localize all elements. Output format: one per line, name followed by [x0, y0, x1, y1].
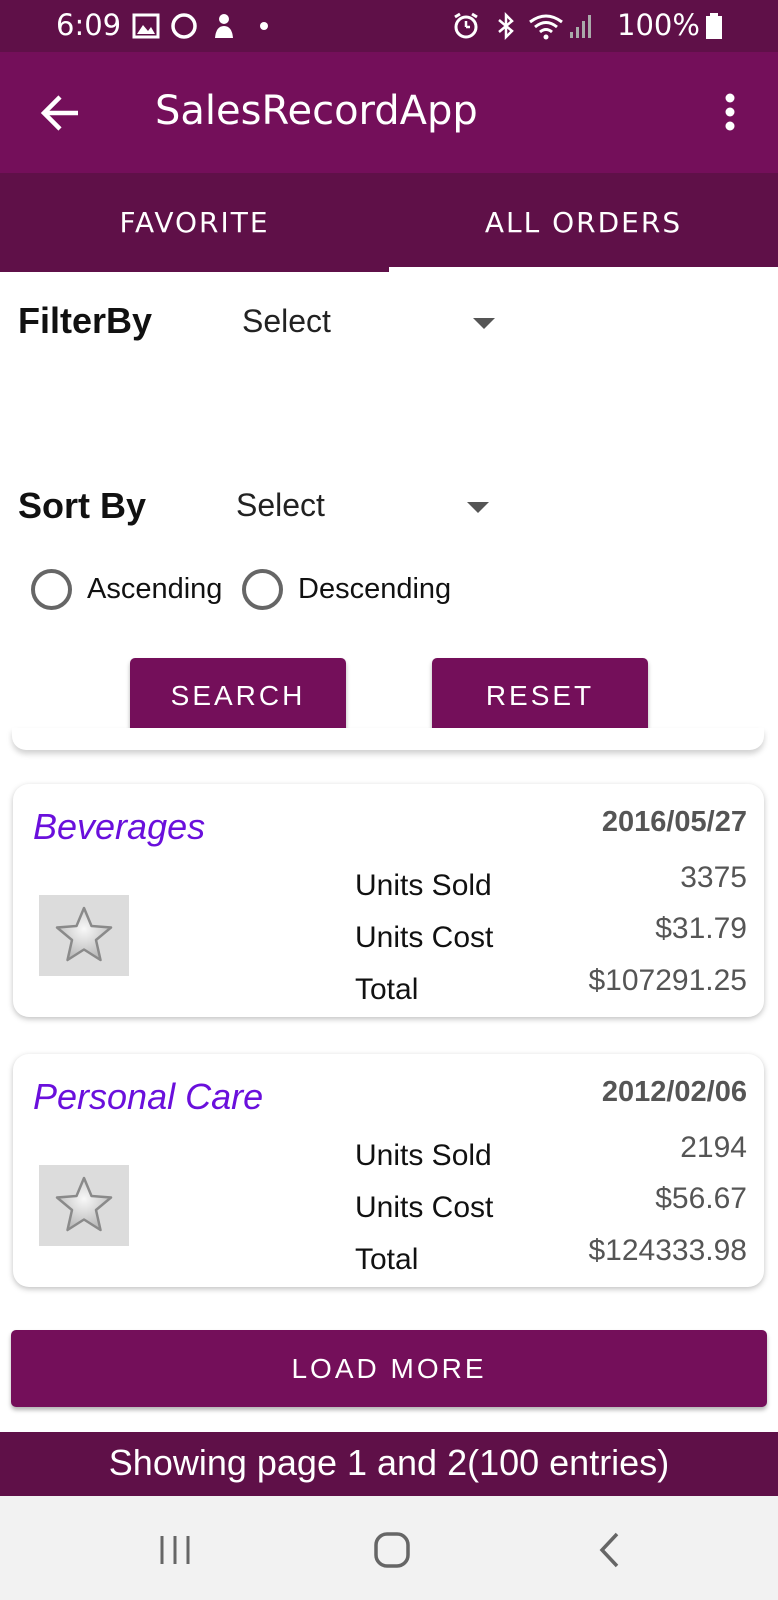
- wifi-icon: [528, 12, 564, 40]
- list-top-divider: [12, 728, 764, 750]
- home-icon[interactable]: [373, 1531, 411, 1573]
- units-sold-value: 2194: [680, 1131, 747, 1164]
- filter-select-value: Select: [242, 303, 331, 339]
- more-vert-icon[interactable]: [712, 92, 748, 132]
- tab-selected-indicator: [389, 267, 778, 272]
- units-cost-label: Units Cost: [355, 921, 494, 954]
- sort-select[interactable]: Select: [222, 474, 502, 540]
- search-button[interactable]: SEARCH: [130, 658, 346, 734]
- radio-ascending[interactable]: [31, 569, 72, 610]
- radio-descending[interactable]: [242, 569, 283, 610]
- units-cost-label: Units Cost: [355, 1191, 494, 1224]
- units-sold-label: Units Sold: [355, 869, 492, 902]
- circle-icon: [170, 12, 198, 40]
- sort-label: Sort By: [18, 485, 147, 526]
- radio-ascending-label[interactable]: Ascending: [87, 573, 222, 606]
- favorite-star-button[interactable]: [39, 1165, 129, 1246]
- status-bar: 6:09 100%: [0, 0, 778, 52]
- tab-all-orders[interactable]: ALL ORDERS: [389, 173, 778, 272]
- total-value: $107291.25: [588, 964, 748, 997]
- favorite-star-button[interactable]: [39, 895, 129, 976]
- reset-button[interactable]: RESET: [432, 658, 648, 734]
- filter-label: FilterBy: [18, 300, 153, 341]
- units-sold-label: Units Sold: [355, 1139, 492, 1172]
- order-date: 2012/02/06: [601, 1076, 747, 1108]
- order-date: 2016/05/27: [601, 806, 747, 838]
- dot-icon: [250, 12, 278, 40]
- recent-apps-icon[interactable]: [158, 1533, 192, 1571]
- alarm-icon: [452, 12, 480, 40]
- units-cost-value: $31.79: [655, 912, 747, 945]
- order-category: Personal Care: [33, 1076, 264, 1117]
- total-value: $124333.98: [588, 1234, 748, 1267]
- person-icon: [210, 12, 238, 40]
- page-info-bar: Showing page 1 and 2(100 entries): [0, 1432, 778, 1496]
- star-icon: [55, 906, 113, 962]
- total-label: Total: [355, 973, 419, 1006]
- radio-descending-label[interactable]: Descending: [298, 573, 451, 606]
- dropdown-caret-icon: [473, 318, 495, 329]
- tab-favorite[interactable]: FAVORITE: [0, 173, 389, 272]
- sort-select-value: Select: [236, 487, 325, 523]
- back-arrow-icon[interactable]: [38, 90, 84, 136]
- app-bar: SalesRecordApp: [0, 52, 778, 173]
- load-more-button[interactable]: LOAD MORE: [11, 1330, 767, 1407]
- units-sold-value: 3375: [680, 861, 747, 894]
- dropdown-caret-icon: [467, 502, 489, 513]
- app-title: SalesRecordApp: [155, 88, 478, 134]
- back-nav-icon[interactable]: [597, 1531, 623, 1573]
- star-icon: [55, 1176, 113, 1232]
- system-nav-bar: [0, 1496, 778, 1600]
- signal-icon: [568, 12, 596, 40]
- order-category: Beverages: [33, 806, 206, 847]
- units-cost-value: $56.67: [655, 1182, 747, 1215]
- bluetooth-icon: [492, 11, 520, 41]
- battery-percent: 100%: [617, 8, 700, 42]
- tab-bar: FAVORITE ALL ORDERS: [0, 173, 778, 272]
- battery-icon: [704, 12, 724, 40]
- order-card[interactable]: Personal Care 2012/02/06 Units Sold 2194…: [13, 1054, 764, 1287]
- order-card[interactable]: Beverages 2016/05/27 Units Sold 3375 Uni…: [13, 784, 764, 1017]
- image-icon: [132, 12, 160, 40]
- total-label: Total: [355, 1243, 419, 1276]
- status-time: 6:09: [56, 8, 122, 42]
- page-info-text: Showing page 1 and 2(100 entries): [108, 1442, 670, 1483]
- filter-select[interactable]: Select: [228, 290, 508, 356]
